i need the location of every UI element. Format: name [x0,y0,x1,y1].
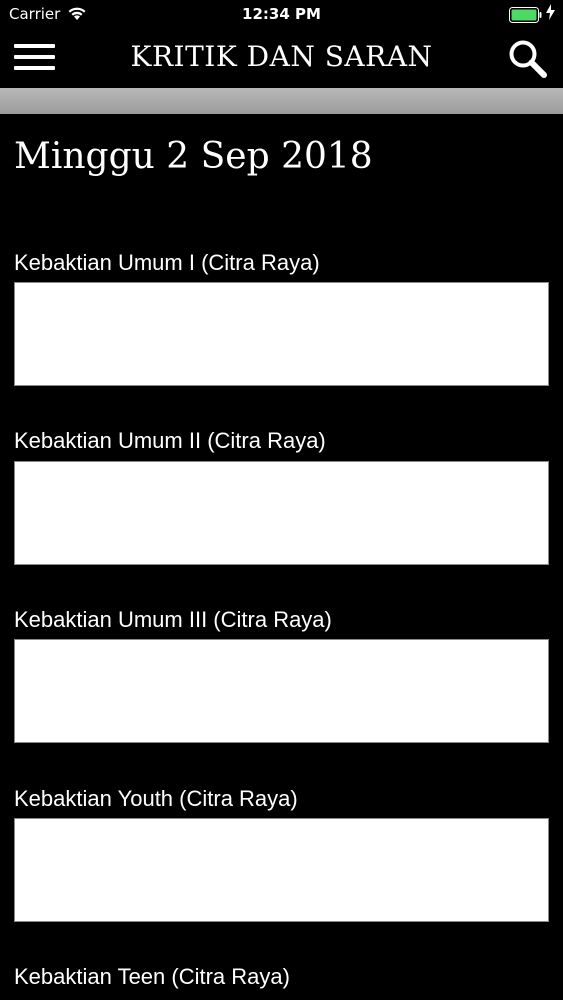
page-title: Minggu 2 Sep 2018 [14,136,373,177]
feedback-input-youth[interactable] [14,818,549,922]
battery-icon [509,7,543,27]
field-label-teen: Kebaktian Teen (Citra Raya) [14,964,290,989]
field-label-youth: Kebaktian Youth (Citra Raya) [14,786,298,811]
navigation-bar: KRITIK DAN SARAN [0,30,563,88]
charging-bolt-icon [546,4,555,24]
feedback-input-umum-3[interactable] [14,639,549,743]
nav-title: KRITIK DAN SARAN [130,40,433,73]
search-icon[interactable] [507,38,549,80]
field-label-umum-2: Kebaktian Umum II (Citra Raya) [14,428,326,453]
feedback-input-umum-1[interactable] [14,282,549,386]
feedback-input-umum-2[interactable] [14,461,549,565]
field-label-umum-1: Kebaktian Umum I (Citra Raya) [14,250,320,275]
clock-time: 12:34 PM [242,5,321,23]
header-divider-strip [0,88,563,114]
field-label-umum-3: Kebaktian Umum III (Citra Raya) [14,607,332,632]
status-bar: Carrier 12:34 PM [0,0,563,30]
